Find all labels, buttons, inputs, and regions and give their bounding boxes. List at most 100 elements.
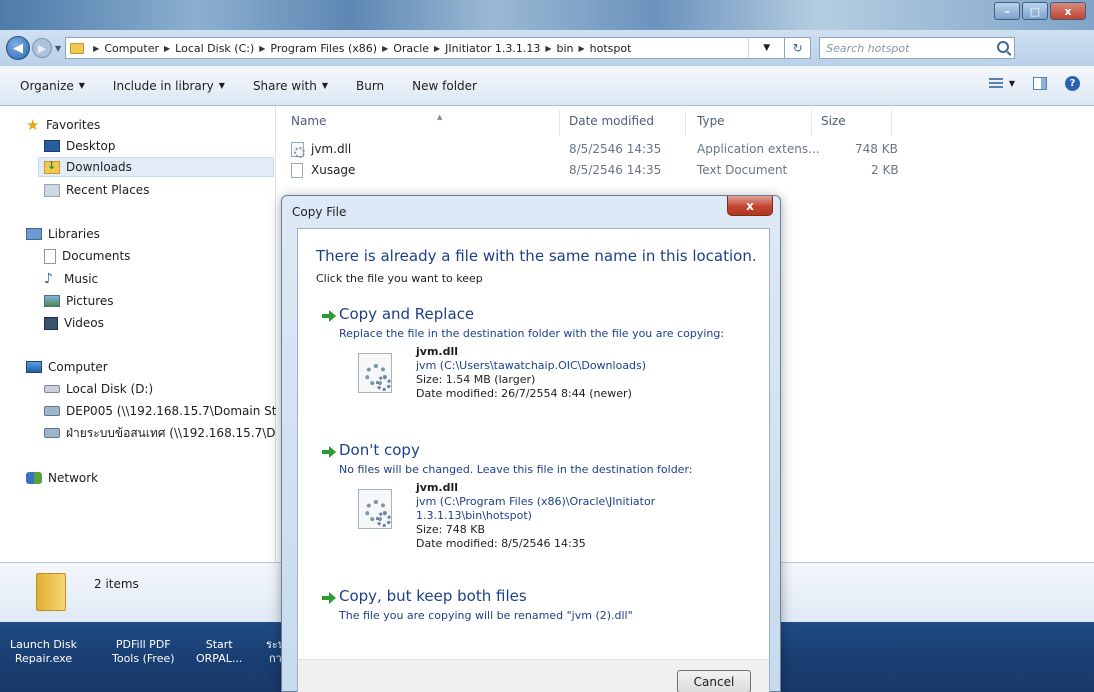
breadcrumb-separator-icon: ▶: [93, 43, 100, 53]
nav-network-drive-dep005-label: DEP005 (\\192.168.15.7\Domain Storag: [66, 404, 276, 418]
minimize-button[interactable]: –: [994, 2, 1020, 20]
breadcrumb-separator-icon[interactable]: ▶: [545, 44, 551, 53]
shortcut-label-line: Start: [205, 638, 233, 651]
window-close-button[interactable]: x: [1050, 2, 1086, 20]
column-header-size[interactable]: Size: [821, 114, 846, 134]
nav-pictures-label: Pictures: [66, 294, 114, 308]
dont-copy-option[interactable]: Don't copy No files will be changed. Lea…: [322, 441, 762, 571]
breadcrumb-separator-icon[interactable]: ▶: [382, 44, 388, 53]
breadcrumb-separator-icon[interactable]: ▶: [579, 44, 585, 53]
nav-music[interactable]: ♪ Music: [44, 269, 98, 289]
text-file-icon: [291, 163, 303, 178]
refresh-icon[interactable]: ↻: [785, 37, 812, 59]
breadcrumb-separator-icon[interactable]: ▶: [434, 44, 440, 53]
copy-file-dialog: Copy File x There is already a file with…: [281, 195, 781, 692]
nav-network-label: Network: [48, 471, 99, 485]
dialog-heading: There is already a file with the same na…: [316, 247, 757, 265]
file-date: 8/5/2546 14:35: [569, 142, 662, 156]
nav-favorites[interactable]: ★ Favorites: [26, 115, 100, 135]
nav-network-drive-dep005[interactable]: DEP005 (\\192.168.15.7\Domain Storag: [44, 401, 276, 421]
network-drive-icon: [44, 406, 60, 416]
breadcrumb-separator-icon[interactable]: ▶: [259, 44, 265, 53]
shortcut-label-line: ORPAL...: [196, 652, 243, 665]
file-size: Size: 748 KB: [416, 523, 486, 536]
pictures-icon: [44, 295, 60, 307]
column-divider[interactable]: [559, 110, 560, 136]
dll-file-icon: [358, 489, 392, 529]
folder-icon: [36, 573, 66, 611]
option-title: Don't copy: [339, 441, 420, 459]
breadcrumb-hotspot[interactable]: hotspot: [590, 42, 632, 55]
preview-pane-icon[interactable]: [1033, 77, 1047, 90]
file-row[interactable]: jvm.dll 8/5/2546 14:35 Application exten…: [291, 140, 911, 160]
disk-drive-icon: [44, 385, 60, 393]
recent-pages-chevron-down-icon[interactable]: ▼: [55, 44, 61, 53]
column-divider[interactable]: [811, 110, 812, 136]
search-placeholder: Search hotspot: [826, 41, 910, 55]
nav-network-drive-info[interactable]: ฝ่ายระบบข้อสนเทศ (\\192.168.15.7\Dom: [44, 423, 276, 443]
breadcrumb-computer[interactable]: Computer: [104, 42, 159, 55]
cancel-button[interactable]: Cancel: [677, 670, 751, 692]
desktop-background-top: – □ x: [0, 0, 1094, 30]
nav-recent-places[interactable]: Recent Places: [44, 180, 149, 200]
column-header-name[interactable]: Name ▲: [291, 113, 442, 134]
organize-button[interactable]: Organize ▼: [20, 79, 85, 93]
breadcrumb-local-disk-c[interactable]: Local Disk (C:): [175, 42, 254, 55]
address-history-chevron-down-icon[interactable]: ▼: [748, 38, 784, 58]
breadcrumb-separator-icon[interactable]: ▶: [164, 44, 170, 53]
copy-and-replace-option[interactable]: Copy and Replace Replace the file in the…: [322, 305, 762, 415]
include-in-library-button[interactable]: Include in library ▼: [113, 79, 225, 93]
nav-videos[interactable]: Videos: [44, 313, 104, 333]
chevron-down-icon: ▼: [78, 81, 85, 90]
dialog-footer: Cancel: [298, 659, 769, 692]
desktop-shortcut-launch-disk-repair[interactable]: Launch Disk Repair.exe: [10, 638, 77, 666]
file-name: jvm.dll: [416, 345, 458, 358]
file-type: Application extens...: [697, 142, 820, 156]
address-bar[interactable]: ▶ Computer ▶ Local Disk (C:) ▶ Program F…: [65, 37, 786, 59]
nav-videos-label: Videos: [64, 316, 104, 330]
help-icon[interactable]: ?: [1065, 76, 1080, 91]
details-view-icon: [988, 77, 1003, 90]
dialog-close-button[interactable]: x: [727, 196, 773, 216]
nav-downloads[interactable]: Downloads: [38, 157, 274, 177]
breadcrumb-bin[interactable]: bin: [557, 42, 574, 55]
column-divider[interactable]: [891, 110, 892, 136]
new-folder-button[interactable]: New folder: [412, 79, 477, 93]
option-title: Copy and Replace: [339, 305, 475, 323]
videos-icon: [44, 316, 58, 330]
keep-both-files-option[interactable]: Copy, but keep both files The file you a…: [322, 587, 762, 633]
nav-favorites-label: Favorites: [46, 118, 101, 132]
share-with-button[interactable]: Share with ▼: [253, 79, 328, 93]
file-row[interactable]: Xusage 8/5/2546 14:35 Text Document 2 KB: [291, 161, 911, 181]
back-button[interactable]: ◀: [6, 36, 30, 60]
maximize-button[interactable]: □: [1022, 2, 1048, 20]
column-divider[interactable]: [685, 110, 686, 136]
nav-pictures[interactable]: Pictures: [44, 291, 114, 311]
search-input[interactable]: Search hotspot: [819, 37, 1016, 59]
change-view-button[interactable]: ▼: [988, 77, 1015, 90]
file-details: jvm.dll jvm (C:\Program Files (x86)\Orac…: [416, 481, 655, 551]
breadcrumb-oracle[interactable]: Oracle: [393, 42, 429, 55]
search-icon[interactable]: [997, 41, 1010, 53]
breadcrumb-jinitiator[interactable]: JInitiator 1.3.1.13: [445, 42, 540, 55]
file-size: 2 KB: [871, 163, 899, 177]
nav-computer[interactable]: Computer: [26, 357, 108, 377]
nav-desktop[interactable]: Desktop: [44, 136, 116, 156]
breadcrumb-program-files[interactable]: Program Files (x86): [270, 42, 377, 55]
desktop-shortcut-pdfill[interactable]: PDFill PDF Tools (Free): [112, 638, 175, 666]
nav-libraries-label: Libraries: [48, 227, 100, 241]
nav-local-disk-d[interactable]: Local Disk (D:): [44, 379, 153, 399]
column-header-type[interactable]: Type: [697, 114, 725, 134]
burn-button[interactable]: Burn: [356, 79, 384, 93]
forward-button[interactable]: ▶: [32, 38, 52, 58]
nav-libraries[interactable]: Libraries: [26, 224, 100, 244]
nav-downloads-label: Downloads: [66, 160, 132, 174]
nav-network[interactable]: Network: [26, 468, 98, 488]
shortcut-label-line: PDFill PDF: [115, 638, 171, 651]
column-header-date-modified[interactable]: Date modified: [569, 114, 654, 134]
command-bar: Organize ▼ Include in library ▼ Share wi…: [0, 66, 1094, 106]
address-row: ◀ ▶ ▼ ▶ Computer ▶ Local Disk (C:) ▶ Pro…: [0, 30, 1094, 66]
desktop-icon: [44, 140, 60, 152]
nav-documents[interactable]: Documents: [44, 246, 130, 266]
desktop-shortcut-start-orpal[interactable]: Start ORPAL...: [196, 638, 242, 666]
